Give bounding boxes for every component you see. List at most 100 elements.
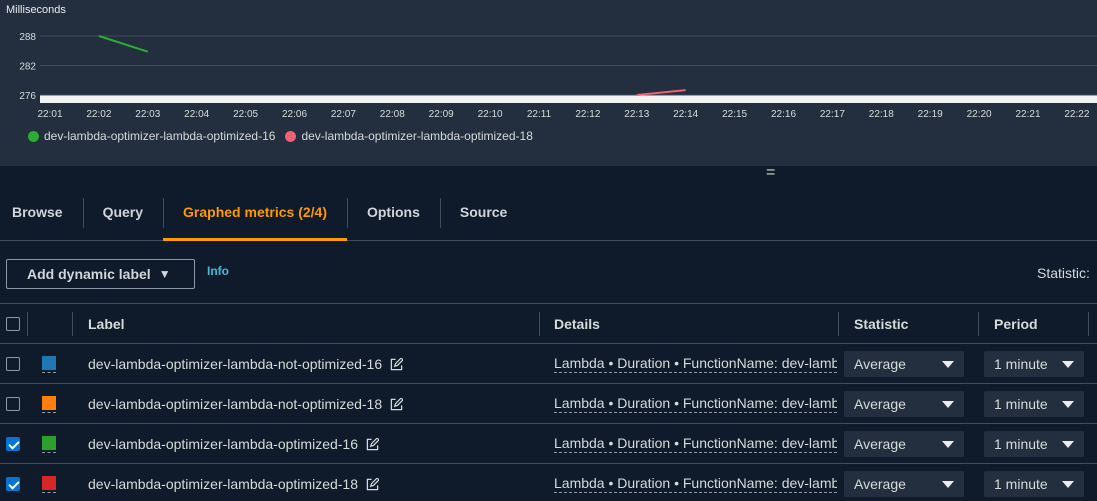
period-cell: 1 minute — [984, 464, 1084, 501]
metric-details[interactable]: Lambda • Duration • FunctionName: dev-la… — [554, 475, 837, 493]
statistic-cell: Average — [844, 464, 964, 501]
caret-down-icon — [1062, 480, 1074, 488]
row-checkbox[interactable] — [6, 357, 20, 371]
x-tick-label: 22:20 — [967, 109, 992, 120]
row-checkbox[interactable] — [6, 477, 20, 491]
period-value: 1 minute — [994, 396, 1048, 412]
details-cell: Lambda • Duration • FunctionName: dev-la… — [554, 344, 837, 384]
graphed-metrics-table: Label Details Statistic Period dev-lambd… — [0, 303, 1097, 501]
tab-query[interactable]: Query — [82, 184, 163, 240]
color-swatch[interactable] — [42, 435, 56, 453]
color-swatch-underline — [42, 491, 56, 493]
edit-icon[interactable] — [366, 437, 379, 451]
period-cell: 1 minute — [984, 384, 1084, 424]
column-divider — [539, 312, 540, 336]
header-period[interactable]: Period — [994, 304, 1038, 344]
period-select[interactable]: 1 minute — [984, 431, 1084, 457]
period-value: 1 minute — [994, 356, 1048, 372]
resize-divider[interactable]: = — [0, 164, 1097, 184]
row-checkbox[interactable] — [6, 397, 20, 411]
x-tick-label: 22:14 — [673, 109, 698, 120]
header-label[interactable]: Label — [88, 304, 125, 344]
x-tick-label: 22:01 — [37, 109, 62, 120]
x-tick-label: 22:05 — [233, 109, 258, 120]
row-checkbox-cell — [6, 464, 20, 501]
statistic-value: Average — [854, 436, 906, 452]
info-link[interactable]: Info — [207, 264, 229, 278]
row-checkbox[interactable] — [6, 437, 20, 451]
add-dynamic-label-button[interactable]: Add dynamic label ▼ — [6, 259, 195, 289]
column-divider — [27, 312, 28, 336]
toolbar: Add dynamic label ▼ Info Statistic: — [0, 241, 1097, 303]
x-tick-label: 22:19 — [918, 109, 943, 120]
label-cell: dev-lambda-optimizer-lambda-optimized-18 — [88, 464, 379, 501]
label-cell: dev-lambda-optimizer-lambda-not-optimize… — [88, 384, 404, 424]
y-tick-label: 282 — [19, 62, 36, 73]
statistic-value: Average — [854, 356, 906, 372]
caret-down-icon — [1062, 360, 1074, 368]
metric-details[interactable]: Lambda • Duration • FunctionName: dev-la… — [554, 435, 837, 453]
period-cell: 1 minute — [984, 424, 1084, 464]
header-details[interactable]: Details — [554, 304, 600, 344]
baseline-band — [40, 95, 1097, 103]
x-tick-label: 22:21 — [1015, 109, 1040, 120]
period-cell: 1 minute — [984, 344, 1084, 384]
x-tick-label: 22:06 — [282, 109, 307, 120]
color-swatch-cell — [42, 464, 56, 501]
color-swatch[interactable] — [42, 475, 56, 493]
caret-down-icon — [942, 400, 954, 408]
x-tick-label: 22:22 — [1064, 109, 1089, 120]
edit-icon[interactable] — [366, 477, 379, 491]
edit-icon[interactable] — [390, 397, 404, 411]
caret-down-icon: ▼ — [158, 267, 171, 281]
statistic-select[interactable]: Average — [844, 351, 964, 377]
period-select[interactable]: 1 minute — [984, 471, 1084, 497]
tab-source[interactable]: Source — [439, 184, 527, 240]
table-header-row: Label Details Statistic Period — [0, 303, 1097, 343]
legend-label: dev-lambda-optimizer-lambda-optimized-16 — [44, 129, 276, 143]
statistic-cell: Average — [844, 344, 964, 384]
statistic-select[interactable]: Average — [844, 391, 964, 417]
column-divider — [978, 312, 979, 336]
drag-handle-icon[interactable]: = — [766, 164, 775, 182]
x-tick-label: 22:04 — [184, 109, 209, 120]
statistic-select[interactable]: Average — [844, 431, 964, 457]
caret-down-icon — [942, 440, 954, 448]
period-select[interactable]: 1 minute — [984, 351, 1084, 377]
metric-details[interactable]: Lambda • Duration • FunctionName: dev-la… — [554, 355, 837, 373]
legend-item[interactable]: dev-lambda-optimizer-lambda-optimized-16 — [28, 129, 275, 143]
column-divider — [72, 312, 73, 336]
details-cell: Lambda • Duration • FunctionName: dev-la… — [554, 424, 837, 464]
metric-label: dev-lambda-optimizer-lambda-optimized-18 — [88, 476, 358, 492]
statistic-label: Statistic: — [1037, 265, 1090, 281]
x-tick-label: 22:18 — [869, 109, 894, 120]
legend-swatch-green — [28, 130, 39, 142]
x-tick-label: 22:16 — [771, 109, 796, 120]
edit-icon[interactable] — [390, 357, 404, 371]
color-swatch-underline — [42, 411, 56, 413]
period-select[interactable]: 1 minute — [984, 391, 1084, 417]
x-tick-label: 22:13 — [624, 109, 649, 120]
tab-graphed-metrics[interactable]: Graphed metrics (2/4) — [163, 184, 347, 241]
statistic-cell: Average — [844, 384, 964, 424]
metric-details[interactable]: Lambda • Duration • FunctionName: dev-la… — [554, 395, 837, 413]
period-value: 1 minute — [994, 476, 1048, 492]
details-cell: Lambda • Duration • FunctionName: dev-la… — [554, 464, 837, 501]
table-row: dev-lambda-optimizer-lambda-not-optimize… — [0, 383, 1097, 423]
header-statistic[interactable]: Statistic — [854, 304, 908, 344]
select-all-checkbox[interactable] — [6, 317, 20, 331]
series-line[interactable] — [636, 89, 686, 96]
tab-browse[interactable]: Browse — [0, 184, 83, 240]
tab-options[interactable]: Options — [346, 184, 440, 240]
table-row: dev-lambda-optimizer-lambda-optimized-18… — [0, 463, 1097, 501]
statistic-cell: Average — [844, 424, 964, 464]
caret-down-icon — [1062, 440, 1074, 448]
x-tick-label: 22:17 — [820, 109, 845, 120]
color-swatch[interactable] — [42, 395, 56, 413]
series-line[interactable] — [98, 35, 149, 53]
legend-item[interactable]: dev-lambda-optimizer-lambda-optimized-18 — [285, 129, 533, 143]
color-swatch[interactable] — [42, 355, 56, 373]
x-tick-label: 22:11 — [527, 109, 552, 120]
x-tick-label: 22:10 — [478, 109, 503, 120]
statistic-select[interactable]: Average — [844, 471, 964, 497]
